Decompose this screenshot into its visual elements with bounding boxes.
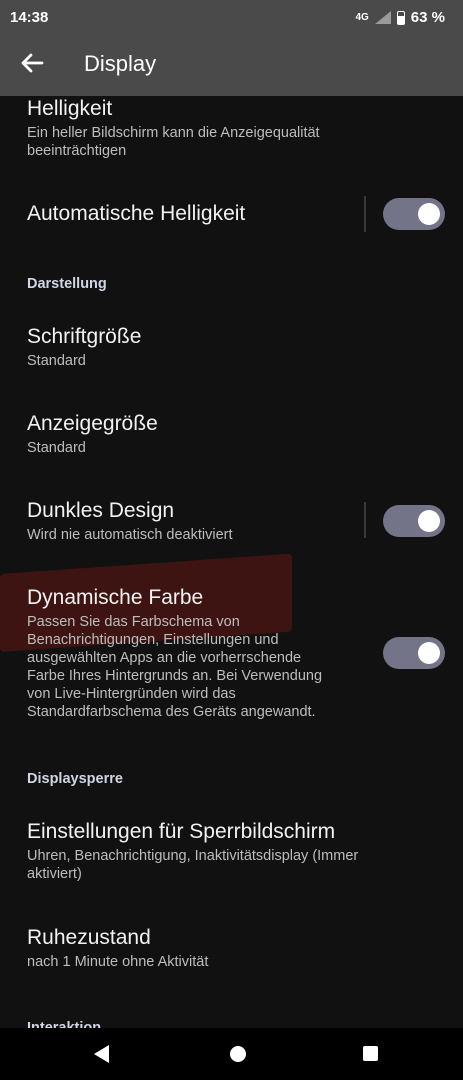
auto-brightness-setting[interactable]: Automatische Helligkeit xyxy=(27,201,363,227)
lockscreen-setting[interactable]: Einstellungen für Sperrbildschirm Uhren,… xyxy=(27,819,463,883)
sleep-title: Ruhezustand xyxy=(27,926,151,949)
divider xyxy=(364,502,366,538)
dark-theme-toggle[interactable] xyxy=(383,505,445,537)
back-triangle-icon xyxy=(94,1045,109,1063)
dark-theme-setting[interactable]: Dunkles Design Wird nie automatisch deak… xyxy=(27,498,363,544)
battery-icon xyxy=(396,10,405,25)
toggle-knob xyxy=(418,642,440,664)
dynamic-color-summary-1: Passen Sie das Farbschema von xyxy=(27,614,240,630)
brightness-summary-1: Ein heller Bildschirm kann die Anzeigequ… xyxy=(27,125,320,141)
lockscreen-summary-2: aktiviert) xyxy=(27,866,82,882)
recents-nav-button[interactable] xyxy=(363,1046,378,1061)
dynamic-color-title: Dynamische Farbe xyxy=(27,586,204,609)
home-nav-button[interactable] xyxy=(230,1046,246,1062)
section-header-lockscreen: Displaysperre xyxy=(27,771,123,787)
back-nav-button[interactable] xyxy=(94,1045,109,1063)
sleep-summary: nach 1 Minute ohne Aktivität xyxy=(27,954,209,970)
display-size-value: Standard xyxy=(27,440,86,456)
dynamic-color-summary-3: ausgewählten Apps an die vorherrschende xyxy=(27,650,302,666)
toggle-knob xyxy=(418,203,440,225)
auto-brightness-title: Automatische Helligkeit xyxy=(27,202,246,225)
brightness-title: Helligkeit xyxy=(27,97,113,120)
dynamic-color-summary-4: Farbe Ihres Hintergrunds an. Bei Verwend… xyxy=(27,668,323,684)
lockscreen-title: Einstellungen für Sperrbildschirm xyxy=(27,820,336,843)
status-time: 14:38 xyxy=(10,9,49,26)
dynamic-color-setting[interactable]: Dynamische Farbe Passen Sie das Farbsche… xyxy=(27,585,363,721)
auto-brightness-toggle[interactable] xyxy=(383,198,445,230)
display-size-title: Anzeigegröße xyxy=(27,412,158,435)
page-title: Display xyxy=(84,51,157,76)
settings-list[interactable]: Helligkeit Ein heller Bildschirm kann di… xyxy=(0,96,463,1028)
status-right: 4G 63 % xyxy=(355,9,445,26)
dark-theme-summary: Wird nie automatisch deaktiviert xyxy=(27,527,233,543)
font-size-setting[interactable]: Schriftgröße Standard xyxy=(27,324,463,370)
navigation-bar xyxy=(0,1028,463,1080)
sleep-setting[interactable]: Ruhezustand nach 1 Minute ohne Aktivität xyxy=(27,925,463,971)
battery-level: 63 % xyxy=(410,9,445,26)
home-circle-icon xyxy=(230,1046,246,1062)
arrow-left-icon[interactable] xyxy=(18,48,46,78)
toggle-knob xyxy=(418,510,440,532)
font-size-title: Schriftgröße xyxy=(27,325,142,348)
app-bar: Display xyxy=(0,34,463,96)
recents-square-icon xyxy=(363,1046,378,1061)
font-size-value: Standard xyxy=(27,353,86,369)
network-type: 4G xyxy=(355,12,369,23)
section-header-interaction: Interaktion xyxy=(27,1020,102,1028)
dynamic-color-summary-5: von Live-Hintergründen wird das xyxy=(27,686,236,702)
dynamic-color-toggle[interactable] xyxy=(383,637,445,669)
dark-theme-title: Dunkles Design xyxy=(27,499,175,522)
dynamic-color-summary-2: Benachrichtigungen, Einstellungen und xyxy=(27,632,279,648)
display-size-setting[interactable]: Anzeigegröße Standard xyxy=(27,411,463,457)
brightness-summary-2: beeinträchtigen xyxy=(27,143,127,159)
divider xyxy=(364,196,366,232)
signal-icon xyxy=(374,11,391,24)
brightness-setting[interactable]: Helligkeit Ein heller Bildschirm kann di… xyxy=(27,96,463,160)
dynamic-color-summary-6: Standardfarbschema des Geräts angewandt. xyxy=(27,704,316,720)
status-bar: 14:38 4G 63 % xyxy=(0,0,463,34)
lockscreen-summary-1: Uhren, Benachrichtigung, Inaktivitätsdis… xyxy=(27,848,359,864)
section-header-appearance: Darstellung xyxy=(27,276,107,292)
